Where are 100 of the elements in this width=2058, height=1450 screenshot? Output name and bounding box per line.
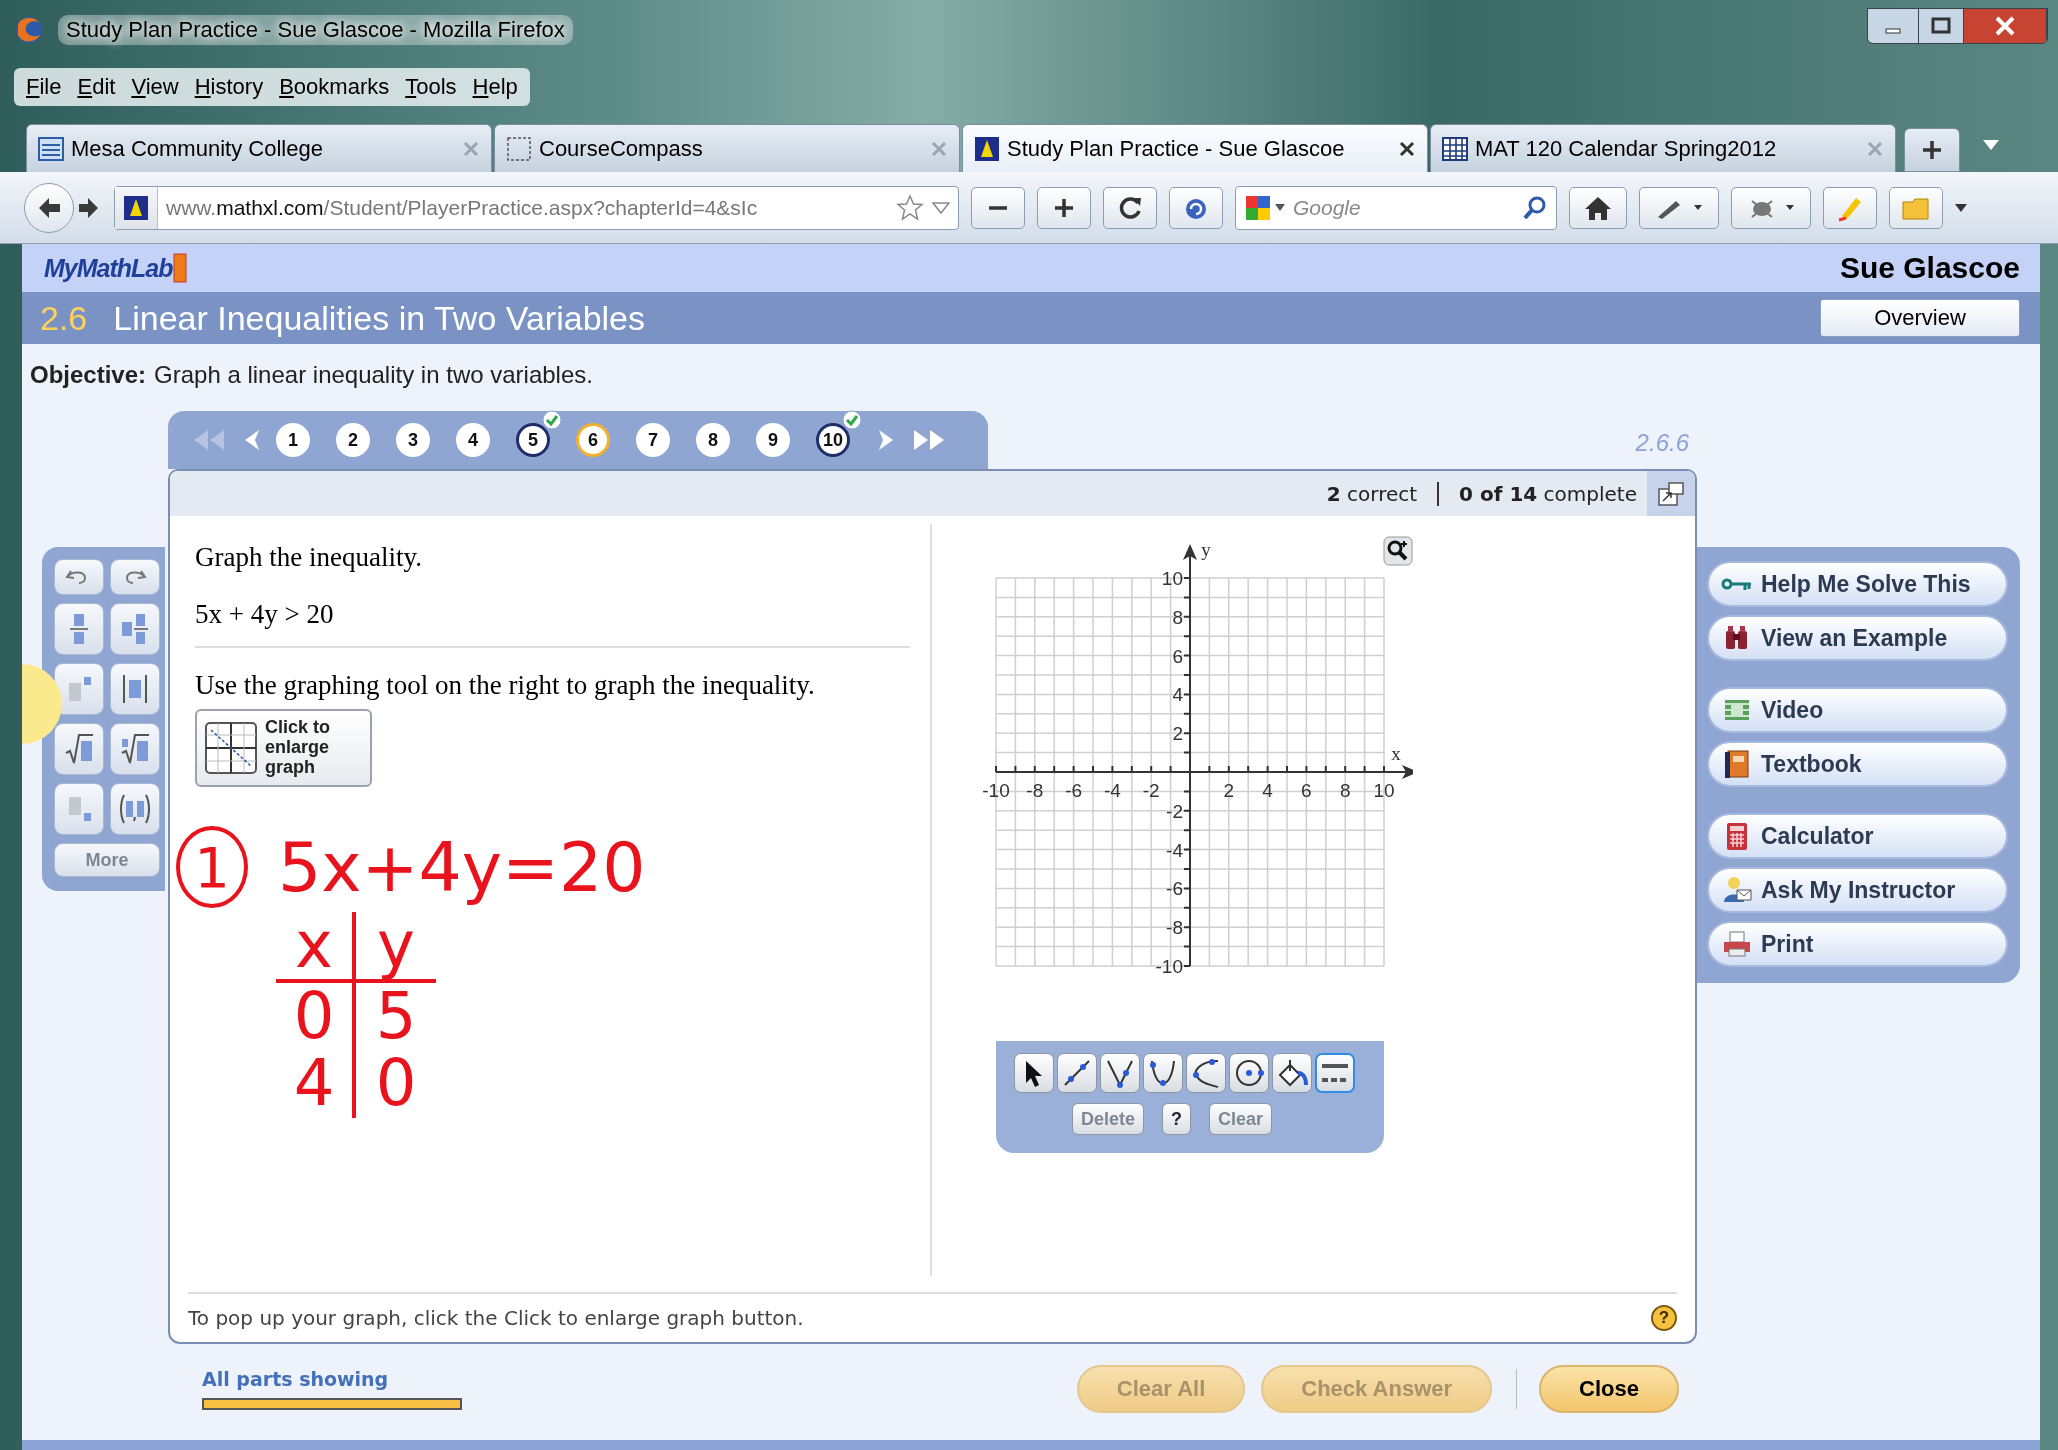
zoom-out-button[interactable]: [971, 186, 1025, 229]
undo-button[interactable]: [54, 559, 104, 595]
objective-text: Objective: Graph a linear inequality in two variables.: [29, 360, 594, 390]
question-number[interactable]: 4: [456, 423, 490, 457]
coordinate-graph[interactable]: -10 -8 -6 -4 -2 2 4 6 8 10 -10 -8 -6 -4 -2 2 4 6 8 10 x y: [968, 534, 1413, 986]
question-number[interactable]: 9: [756, 423, 790, 457]
section-number: 2.6: [40, 298, 88, 338]
overview-button[interactable]: Overview: [1820, 299, 2020, 337]
square-root-button[interactable]: [54, 723, 104, 775]
question-number[interactable]: 10: [816, 423, 850, 457]
tick-label: 4: [1172, 684, 1183, 706]
graph-icon: [203, 720, 259, 776]
back-button[interactable]: [24, 182, 74, 233]
browser-tab[interactable]: MAT 120 Calendar Spring2012: [1430, 124, 1896, 172]
graph-tool-button[interactable]: [1272, 1053, 1312, 1093]
tick-label: -10: [1155, 956, 1183, 977]
inequality-text: 5x + 4y > 20: [195, 599, 910, 648]
tick-label: -4: [1166, 839, 1183, 861]
menu-item[interactable]: Tools: [405, 74, 457, 100]
tick-label: -4: [1103, 780, 1121, 801]
star-icon[interactable]: [896, 193, 924, 222]
new-tab-button[interactable]: [1904, 128, 1960, 172]
dropdown-icon[interactable]: [1955, 203, 1967, 212]
site-icon: [37, 134, 65, 163]
home-button[interactable]: [1569, 186, 1627, 229]
help-button[interactable]: Video: [1707, 687, 2008, 733]
question-number[interactable]: 6: [576, 423, 610, 457]
question-number[interactable]: 7: [636, 423, 670, 457]
popout-button[interactable]: [1647, 471, 1695, 516]
bug-button[interactable]: [1731, 186, 1811, 229]
mixed-fraction-button[interactable]: [110, 603, 160, 655]
question-number[interactable]: 8: [696, 423, 730, 457]
graph-tool-button[interactable]: [1186, 1053, 1226, 1093]
graph-tool-button[interactable]: [1014, 1053, 1054, 1093]
tick-label: 10: [1373, 780, 1395, 801]
menu-item[interactable]: View: [131, 74, 179, 100]
folder-button[interactable]: [1889, 186, 1943, 229]
minimize-icon[interactable]: [1868, 9, 1919, 43]
browser-tab[interactable]: Study Plan Practice - Sue Glascoe: [962, 124, 1428, 172]
menu-item[interactable]: Edit: [77, 74, 116, 100]
fraction-button[interactable]: [54, 603, 104, 655]
reload-button[interactable]: [1103, 186, 1157, 229]
axis-label: x: [1391, 743, 1401, 764]
help-button[interactable]: Help Me Solve This: [1707, 561, 2008, 607]
tick-label: 10: [1161, 568, 1183, 589]
graph-tool-button[interactable]: [1143, 1053, 1183, 1093]
correct-count: 2 correct: [1326, 481, 1418, 506]
subscript-button[interactable]: [54, 783, 104, 835]
menu-item[interactable]: Bookmarks: [279, 74, 390, 100]
instruction-text: Use the graphing tool on the right to graph the inequality.: [194, 670, 816, 701]
enlarge-graph-button[interactable]: Click to enlarge graph: [195, 709, 372, 787]
paint-bucket-icon: [1276, 1057, 1308, 1089]
graph-tool-button[interactable]: [1057, 1053, 1097, 1093]
zoom-in-icon[interactable]: [1383, 536, 1413, 566]
tick-label: -6: [1166, 878, 1183, 900]
handwritten-value: 4: [276, 1050, 356, 1118]
pen-button[interactable]: [1639, 186, 1719, 229]
zoom-in-button[interactable]: [1037, 186, 1091, 229]
nth-root-button[interactable]: [110, 723, 160, 775]
question-number[interactable]: 1: [276, 423, 310, 457]
menu-item[interactable]: File: [26, 74, 62, 100]
browser-tab[interactable]: CourseCompass: [494, 124, 960, 172]
browser-tab[interactable]: Mesa Community College: [26, 124, 492, 172]
tick-label: 2: [1172, 723, 1183, 745]
graph-tool-button[interactable]: [1100, 1053, 1140, 1093]
maximize-icon[interactable]: [1919, 9, 1964, 43]
search-icon: [1522, 194, 1548, 221]
address-bar[interactable]: www.mathxl.com/Student/PlayerPractice.aspx?chapterId=4&sIc: [114, 185, 959, 230]
help-button[interactable]: Calculator: [1707, 813, 2008, 859]
help-button[interactable]: Print: [1707, 921, 2008, 967]
tick-label: -2: [1142, 780, 1160, 801]
absolute-value-button[interactable]: [110, 663, 160, 715]
printer-icon: [1721, 928, 1753, 960]
question-id: 2.6.6: [1635, 428, 1689, 457]
page-icon: [505, 134, 533, 163]
ordered-pair-button[interactable]: [110, 783, 160, 835]
help-button[interactable]: ?: [1651, 1305, 1677, 1331]
graph-tool-button[interactable]: [1315, 1053, 1355, 1093]
search-input[interactable]: Google: [1291, 194, 1516, 221]
question-number[interactable]: 5: [516, 423, 550, 457]
help-button[interactable]: ?: [1162, 1103, 1192, 1135]
circle-icon: [1233, 1057, 1265, 1089]
help-button[interactable]: Ask My Instructor: [1707, 867, 2008, 913]
menu-item[interactable]: History: [194, 74, 264, 100]
exponent-button[interactable]: [54, 663, 104, 715]
tick-label: 2: [1223, 780, 1235, 801]
parts-label: All parts showing: [202, 1368, 390, 1390]
search-box[interactable]: Google: [1235, 185, 1557, 230]
tick-label: -8: [1166, 917, 1183, 939]
help-button[interactable]: View an Example: [1707, 615, 2008, 661]
highlighter-button[interactable]: [1823, 186, 1877, 229]
redo-button[interactable]: [110, 559, 160, 595]
question-number[interactable]: 3: [396, 423, 430, 457]
action-button[interactable]: Close: [1539, 1365, 1679, 1413]
help-button[interactable]: Textbook: [1707, 741, 2008, 787]
graph-tool-button[interactable]: [1229, 1053, 1269, 1093]
question-prompt: Graph the inequality.: [194, 542, 423, 573]
question-number[interactable]: 2: [336, 423, 370, 457]
addon-button[interactable]: [1169, 186, 1223, 229]
menu-item[interactable]: Help: [472, 74, 518, 100]
